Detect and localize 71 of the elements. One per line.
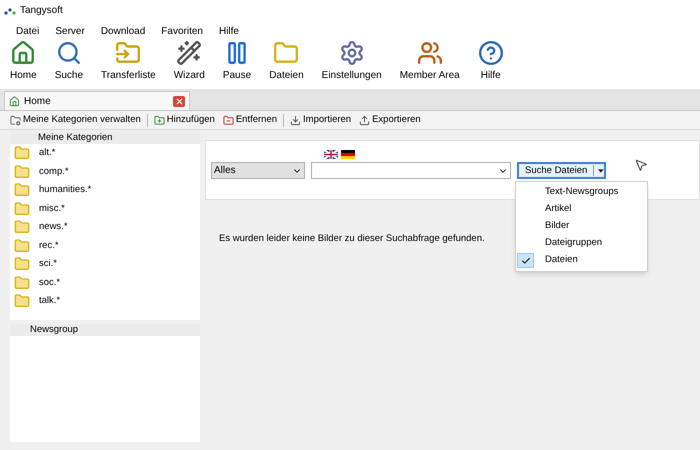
menu-item[interactable]: Server [55, 24, 85, 38]
settings-icon [338, 40, 365, 66]
wand-icon [176, 40, 202, 66]
category-item[interactable]: misc.* [10, 200, 200, 218]
export-icon [359, 114, 370, 126]
menu-item[interactable]: Download [100, 24, 146, 38]
import-icon [290, 114, 302, 126]
caret-icon [598, 168, 604, 172]
close-icon [174, 96, 184, 106]
folder-icon [14, 200, 30, 217]
home-icon [9, 96, 20, 106]
category-item[interactable]: soc.* [10, 274, 200, 292]
menu-item[interactable]: Hilfe [218, 24, 239, 38]
toolbar-button[interactable]: Home [8, 40, 39, 83]
category-item[interactable]: sci.* [10, 255, 200, 274]
folder-icon [14, 145, 30, 162]
uk-flag-icon[interactable] [324, 150, 338, 159]
folder-icon [14, 164, 30, 180]
folder-minus-icon [222, 114, 234, 126]
home-icon [10, 40, 36, 66]
category-item[interactable]: news.* [10, 218, 200, 236]
toolbar-button[interactable]: Wizard [172, 40, 207, 83]
german-flag-icon[interactable] [341, 150, 355, 159]
menu-item[interactable]: Datei [16, 24, 40, 38]
toolbar-action-button[interactable]: Entfernen [220, 112, 280, 128]
people-icon [416, 40, 443, 66]
menu-option[interactable]: Dateien [516, 252, 647, 269]
menu-item[interactable]: Favoriten [161, 24, 203, 38]
help-icon [478, 40, 504, 66]
home-tab[interactable]: Home [4, 91, 190, 110]
menu-option[interactable]: Artikel [516, 201, 647, 218]
folder-icon [273, 40, 300, 66]
toolbar-button[interactable]: Einstellungen [320, 40, 384, 83]
category-item[interactable]: comp.* [10, 162, 200, 181]
scope-dropdown[interactable]: Alles [211, 162, 305, 179]
toolbar-button[interactable]: Transferliste [99, 40, 158, 83]
menu-option[interactable]: Dateigruppen [516, 235, 647, 252]
folder-plus-icon [154, 114, 165, 126]
no-results-message: Es wurden leider keine Bilder zu dieser Suchabfrage gefunden. [219, 232, 485, 246]
toolbar-action-button[interactable]: Importieren [288, 112, 354, 128]
category-item[interactable]: rec.* [10, 236, 200, 255]
mouse-cursor-icon [634, 158, 648, 172]
close-tab-button[interactable] [173, 96, 185, 106]
search-icon [56, 40, 82, 66]
category-item[interactable]: humanities.* [10, 181, 200, 200]
menu-option[interactable]: Bilder [516, 218, 647, 235]
toolbar-button[interactable]: Suche [52, 40, 86, 83]
category-item[interactable]: talk.* [10, 292, 200, 310]
check-icon [520, 256, 530, 266]
app-logo-icon [4, 6, 16, 14]
toolbar-action-button[interactable]: Meine Kategorien verwalten [8, 112, 143, 128]
toolbar-button[interactable]: Member Area [398, 40, 462, 83]
toolbar-action-button[interactable]: Hinzufügen [152, 112, 217, 128]
folder-icon [14, 219, 30, 236]
toolbar-button[interactable]: Pause [220, 40, 254, 83]
toolbar-button[interactable]: Hilfe [476, 40, 506, 83]
window-title: Tangysoft [20, 4, 63, 18]
folder-icon [14, 182, 30, 198]
folder-icon [14, 274, 30, 291]
category-item[interactable]: alt.* [10, 144, 200, 162]
panel-header: Newsgroup [10, 324, 200, 336]
folder-icon [14, 293, 30, 310]
toolbar-action-button[interactable]: Exportieren [357, 112, 423, 128]
folder-gear-icon [10, 114, 21, 126]
panel-header: Meine Kategorien [10, 132, 200, 144]
folder-icon [14, 238, 30, 254]
toolbar-button[interactable]: Dateien [267, 40, 306, 83]
search-split-button[interactable]: Suche Dateien [517, 162, 606, 179]
search-input[interactable] [311, 162, 511, 179]
folder-icon [14, 256, 30, 272]
menu-option[interactable]: Text-Newsgroups [516, 184, 647, 201]
